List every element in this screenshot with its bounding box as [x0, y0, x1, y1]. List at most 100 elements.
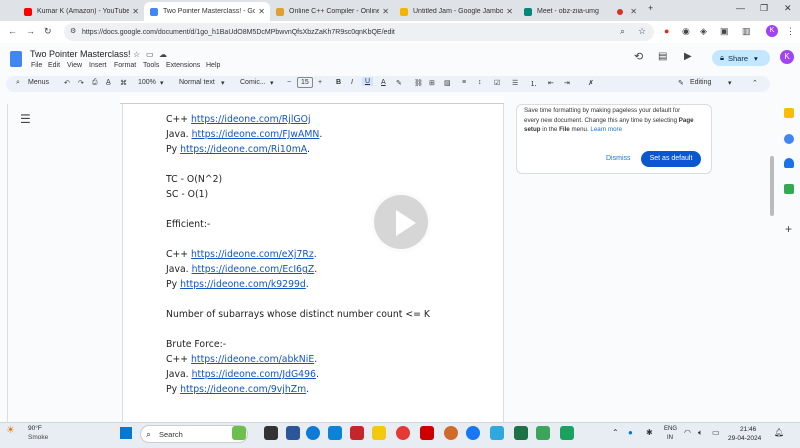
folder-icon[interactable] [372, 426, 386, 440]
text-color-icon[interactable]: A [381, 79, 386, 86]
underline-icon[interactable]: U [362, 77, 374, 86]
ideone-link[interactable]: https://ideone.com/k9299d [180, 279, 306, 290]
facebook-icon[interactable] [466, 426, 480, 440]
extensions-puzzle-icon[interactable]: ▣ [720, 27, 729, 36]
chrome-icon[interactable] [396, 426, 410, 440]
document-line[interactable]: Py https://ideone.com/Ri10mA. [166, 144, 310, 155]
menu-view[interactable]: View [67, 62, 82, 69]
font-size-input[interactable]: 15 [297, 77, 313, 88]
document-line[interactable]: Number of subarrays whose distinct numbe… [166, 309, 430, 320]
bold-icon[interactable]: B [336, 79, 341, 86]
insert-image-icon[interactable]: ▨ [444, 79, 451, 87]
align-icon[interactable]: ≡ [462, 79, 466, 86]
close-tab-icon[interactable]: ✕ [630, 7, 637, 16]
redo-icon[interactable]: ↷ [78, 79, 84, 87]
style-select[interactable]: Normal text [179, 79, 215, 86]
menu-file[interactable]: File [31, 62, 42, 69]
insert-link-icon[interactable]: ⛓ [414, 79, 423, 87]
numbered-list-icon[interactable]: ⒈ [530, 79, 537, 89]
ideone-link[interactable]: https://ideone.com/eXj7Rz [191, 249, 314, 260]
tab-jamboard[interactable]: Untitled Jam - Google Jamboo ✕ [394, 2, 518, 21]
tab-meet[interactable]: Meet - obz-ziia-umg ✕ [518, 2, 642, 21]
keep-icon[interactable] [784, 108, 794, 118]
document-line[interactable]: Efficient:- [166, 219, 210, 230]
bluetooth-icon[interactable]: ✱ [646, 428, 653, 437]
share-button[interactable]: 🔒︎ Share ▾ [712, 50, 770, 66]
line-spacing-icon[interactable]: ↕ [478, 79, 482, 86]
italic-icon[interactable]: I [351, 79, 353, 86]
font-select[interactable]: Comic... [240, 79, 266, 86]
tab-cpp-compiler[interactable]: Online C++ Compiler - Online ✕ [270, 2, 394, 21]
chevron-down-icon[interactable]: ▾ [270, 79, 274, 87]
spellcheck-icon[interactable]: A̲ [106, 79, 111, 86]
meet-call-icon[interactable]: ▶ [684, 52, 692, 62]
minimize-icon[interactable]: — [736, 3, 745, 13]
close-tab-icon[interactable]: ✕ [382, 7, 389, 16]
document-line[interactable]: C++ https://ideone.com/abkNiE. [166, 354, 317, 365]
checklist-icon[interactable]: ☑ [494, 79, 500, 87]
document-line[interactable]: Java. https://ideone.com/JdG496. [166, 369, 319, 380]
document-line[interactable]: Py https://ideone.com/k9299d. [166, 279, 309, 290]
new-tab-icon[interactable]: + [648, 3, 653, 13]
paint-format-icon[interactable]: ⌘ [120, 79, 127, 87]
weather-temp[interactable]: 90°F [28, 425, 42, 432]
document-line[interactable]: Java. https://ideone.com/EcI6gZ. [166, 264, 317, 275]
menu-insert[interactable]: Insert [89, 62, 107, 69]
bulleted-list-icon[interactable]: ☰ [512, 79, 518, 87]
excel-icon[interactable] [514, 426, 528, 440]
tray-app-icon[interactable]: ● [628, 428, 633, 437]
ideone-link[interactable]: https://ideone.com/Ri10mA [180, 144, 307, 155]
google-docs-logo[interactable] [10, 51, 22, 67]
decrease-indent-icon[interactable]: ⇤ [548, 79, 554, 87]
scrollbar-thumb[interactable] [770, 156, 774, 216]
close-tab-icon[interactable]: ✕ [132, 7, 139, 16]
file-explorer-icon[interactable] [328, 426, 342, 440]
extension-icon[interactable]: ◉ [682, 27, 690, 36]
document-line[interactable]: Brute Force:- [166, 339, 226, 350]
document-line[interactable]: TC - O(N^2) [166, 174, 222, 185]
task-view-icon[interactable] [264, 426, 278, 440]
add-comment-icon[interactable]: ⊞ [429, 79, 435, 87]
tab-google-docs[interactable]: Two Pointer Masterclass! - Go ✕ [144, 2, 270, 21]
editing-pencil-icon[interactable]: ✎ [678, 79, 684, 87]
print-icon[interactable]: ⎙ [92, 79, 98, 87]
show-hidden-icons-icon[interactable]: ⌃ [612, 428, 619, 437]
weather-icon[interactable]: ☀ [6, 425, 15, 436]
increase-indent-icon[interactable]: ⇥ [564, 79, 570, 87]
site-info-icon[interactable]: ⚙ [70, 28, 76, 35]
search-menus-label[interactable]: Menus [28, 79, 49, 86]
firefox-icon[interactable] [444, 426, 458, 440]
meet-app-icon[interactable] [560, 426, 574, 440]
clock-time[interactable]: 21:46 [740, 426, 756, 433]
language-indicator[interactable]: ENG [664, 426, 677, 432]
learn-more-link[interactable]: Learn more [590, 126, 622, 133]
add-addon-icon[interactable]: + [785, 222, 792, 236]
menu-help[interactable]: Help [206, 62, 220, 69]
video-play-button[interactable] [371, 192, 431, 252]
document-title[interactable]: Two Pointer Masterclass! [30, 49, 131, 59]
address-bar[interactable]: ⚙ https://docs.google.com/document/d/1go… [64, 23, 654, 41]
move-folder-icon[interactable]: ▭ [146, 51, 154, 59]
forward-icon[interactable]: → [26, 27, 35, 36]
profile-avatar[interactable]: K [766, 25, 778, 37]
wifi-icon[interactable]: ◠ [684, 428, 691, 437]
maximize-icon[interactable]: ❐ [760, 3, 768, 14]
document-line[interactable]: Java. https://ideone.com/FJwAMN. [166, 129, 322, 140]
taskbar-widget-icon[interactable] [232, 426, 246, 440]
clear-formatting-icon[interactable]: ✗ [588, 79, 594, 87]
bookmark-star-icon[interactable]: ☆ [638, 27, 646, 36]
search-icon[interactable]: ⌕ [620, 27, 625, 36]
battery-icon[interactable]: ▭ [712, 428, 720, 437]
document-line[interactable]: C++ https://ideone.com/eXj7Rz. [166, 249, 317, 260]
zoom-select[interactable]: 100% [138, 79, 156, 86]
ideone-link[interactable]: https://ideone.com/9vjhZm [180, 384, 306, 395]
teams-icon[interactable] [286, 426, 300, 440]
ideone-link[interactable]: https://ideone.com/JdG496 [192, 369, 316, 380]
comments-icon[interactable]: ▤ [658, 52, 667, 62]
app-icon[interactable] [536, 426, 550, 440]
extension-icon[interactable]: ● [664, 27, 669, 36]
ideone-link[interactable]: https://ideone.com/EcI6gZ [192, 264, 315, 275]
extension-icon[interactable]: ◈ [700, 27, 707, 36]
document-line[interactable]: Py https://ideone.com/9vjhZm. [166, 384, 309, 395]
tasks-icon[interactable] [784, 134, 794, 144]
